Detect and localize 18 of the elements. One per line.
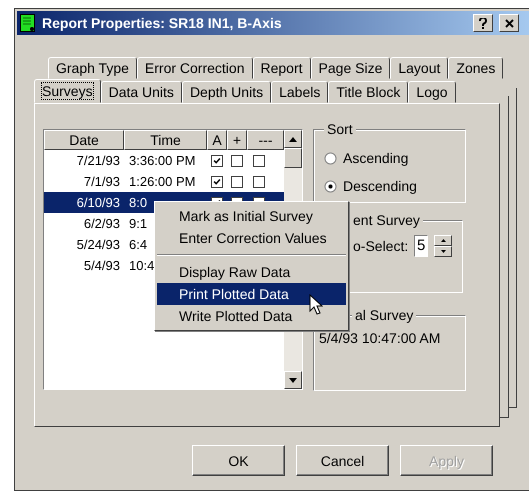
initial-survey-value: 5/4/93 10:47:00 AM	[319, 330, 440, 346]
group-title: al Survey	[352, 307, 416, 323]
date-cell-text: 7/1/93	[82, 174, 121, 189]
time-cell: 1:26:00 PM	[129, 174, 196, 189]
time-cell: 6:4	[129, 237, 148, 252]
date-cell-text: 6/2/93	[82, 216, 121, 231]
time-cell: 3:36:00 PM	[129, 153, 196, 168]
group-title: Sort	[324, 121, 356, 137]
date-cell-text: 5/4/93	[82, 258, 121, 273]
time-cell: 9:1	[129, 216, 148, 231]
field-label: o-Select:	[353, 238, 408, 254]
time-cell: 8:0	[129, 195, 148, 210]
date-cell-text: 6/10/93	[76, 195, 121, 210]
group-title: ent Survey	[350, 212, 423, 228]
time-cell: 10:4	[129, 258, 154, 273]
window-title: Report Properties: SR18 IN1, B-Axis	[42, 15, 283, 31]
date-cell-text: 7/21/93	[76, 153, 121, 168]
date-cell-text: 5/24/93	[76, 237, 121, 252]
